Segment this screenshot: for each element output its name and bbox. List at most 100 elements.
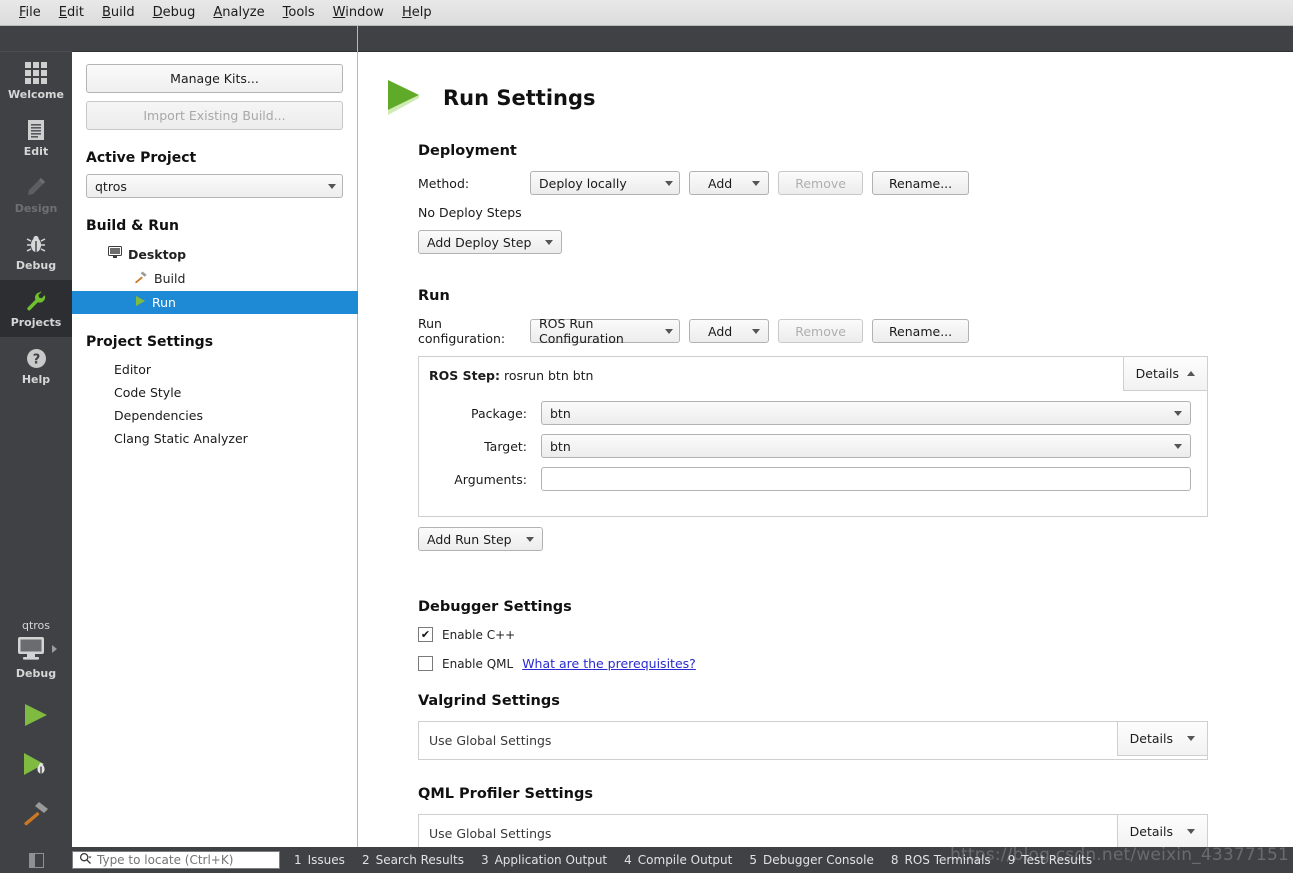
- settings-item-code-style[interactable]: Code Style: [86, 381, 343, 404]
- add-run-step-row: Add Run Step: [418, 527, 1293, 551]
- pane-issues[interactable]: 1 Issues: [294, 853, 345, 867]
- enable-qml-row[interactable]: Enable QML What are the prerequisites?: [418, 656, 1293, 671]
- arguments-input[interactable]: [541, 467, 1191, 491]
- valgrind-settings-heading: Valgrind Settings: [418, 693, 560, 709]
- run-button[interactable]: [20, 701, 52, 732]
- deployment-method-select[interactable]: Deploy locally: [530, 171, 680, 195]
- chevron-down-icon: [1174, 443, 1182, 449]
- enable-cpp-row[interactable]: ✔ Enable C++: [418, 627, 1293, 642]
- add-run-step-label: Add Run Step: [427, 531, 512, 547]
- tree-item-desktop-kit[interactable]: Desktop: [86, 242, 343, 266]
- pane-debugger-console[interactable]: 5 Debugger Console: [749, 853, 874, 867]
- pane-label: Compile Output: [637, 853, 733, 867]
- menu-file[interactable]: File: [10, 2, 50, 23]
- valgrind-global-box: Use Global Settings Details: [418, 721, 1208, 760]
- sidebar-item-help[interactable]: ? Help: [0, 337, 72, 394]
- project-settings-heading: Project Settings: [86, 334, 214, 350]
- sidebar-item-label: Welcome: [8, 88, 64, 101]
- pane-ros-terminals[interactable]: 8 ROS Terminals: [891, 853, 991, 867]
- pane-compile-output[interactable]: 4 Compile Output: [624, 853, 732, 867]
- add-deploy-step-button[interactable]: Add Deploy Step: [418, 230, 563, 254]
- sidebar-item-projects[interactable]: Projects: [0, 280, 72, 337]
- debug-button[interactable]: [20, 750, 52, 781]
- build-button[interactable]: [20, 799, 52, 830]
- question-icon: ?: [25, 345, 48, 371]
- target-value: btn: [550, 438, 571, 454]
- main-toolbar: [358, 26, 1293, 52]
- package-select[interactable]: btn: [541, 401, 1191, 425]
- play-icon: [134, 295, 146, 310]
- run-remove-button: Remove: [778, 319, 863, 343]
- deployment-add-button[interactable]: Add: [689, 171, 770, 195]
- no-deploy-steps-row: No Deploy Steps: [418, 205, 1293, 220]
- no-deploy-steps-label: No Deploy Steps: [418, 205, 522, 220]
- menu-build[interactable]: Build: [93, 2, 144, 23]
- enable-cpp-checkbox[interactable]: ✔: [418, 627, 433, 642]
- package-label: Package:: [470, 405, 527, 421]
- locator-input[interactable]: Type to locate (Ctrl+K): [72, 851, 280, 869]
- project-settings-list: Editor Code Style Dependencies Clang Sta…: [86, 358, 343, 450]
- chevron-down-icon: [525, 536, 534, 542]
- document-icon: [26, 117, 46, 143]
- pane-label: Search Results: [375, 853, 464, 867]
- target-selector[interactable]: qtros Debug: [0, 619, 72, 847]
- deployment-remove-button: Remove: [778, 171, 863, 195]
- run-add-button[interactable]: Add: [689, 319, 770, 343]
- sidebar-item-welcome[interactable]: Welcome: [0, 52, 72, 109]
- chevron-down-icon: [545, 239, 554, 245]
- deployment-rename-button[interactable]: Rename...: [871, 171, 970, 195]
- target-select[interactable]: btn: [541, 434, 1191, 458]
- chevron-down-icon: [752, 328, 761, 334]
- tree-item-build[interactable]: Build: [86, 266, 343, 291]
- modebar-spacer-top: [0, 26, 72, 52]
- project-sidebar-toolbar: [72, 26, 357, 52]
- wrench-icon: [24, 288, 48, 314]
- pane-application-output[interactable]: 3 Application Output: [481, 853, 607, 867]
- menu-bar: File Edit Build Debug Analyze Tools Wind…: [0, 0, 1293, 26]
- tree-item-label: Run: [152, 295, 176, 310]
- prerequisites-link[interactable]: What are the prerequisites?: [522, 656, 696, 671]
- menu-edit[interactable]: Edit: [50, 2, 93, 23]
- sidebar-item-debug[interactable]: Debug: [0, 223, 72, 280]
- add-run-step-button[interactable]: Add Run Step: [418, 527, 543, 551]
- valgrind-details-button[interactable]: Details: [1116, 722, 1207, 756]
- settings-item-dependencies[interactable]: Dependencies: [86, 404, 343, 427]
- ros-step-details-button[interactable]: Details: [1122, 357, 1207, 391]
- pane-label: ROS Terminals: [904, 853, 991, 867]
- run-settings-page: Run Settings Deployment Method: Deploy l…: [358, 52, 1293, 847]
- package-row: Package: btn: [435, 401, 1191, 425]
- enable-qml-checkbox[interactable]: [418, 656, 433, 671]
- sidebar-item-design[interactable]: Design: [0, 166, 72, 223]
- menu-debug[interactable]: Debug: [144, 2, 205, 23]
- add-deploy-step-label: Add Deploy Step: [427, 234, 532, 250]
- pane-test-results[interactable]: 9 Test Results: [1008, 853, 1092, 867]
- page-title: Run Settings: [443, 85, 596, 110]
- settings-item-editor[interactable]: Editor: [86, 358, 343, 381]
- run-configuration-select[interactable]: ROS Run Configuration: [530, 316, 680, 346]
- pane-number: 5: [749, 853, 757, 867]
- qml-profiler-details-label: Details: [1129, 824, 1173, 839]
- qml-profiler-global-label: Use Global Settings: [429, 826, 552, 841]
- pane-number: 3: [480, 853, 489, 867]
- ros-step-body: Package: btn Target: btn Arguments:: [419, 391, 1207, 516]
- active-project-select[interactable]: qtros: [86, 174, 343, 198]
- settings-item-clang-static-analyzer[interactable]: Clang Static Analyzer: [86, 427, 343, 450]
- build-run-heading: Build & Run: [86, 218, 179, 234]
- pane-search-results[interactable]: 2 Search Results: [362, 853, 464, 867]
- qml-profiler-details-button[interactable]: Details: [1116, 815, 1207, 847]
- manage-kits-button[interactable]: Manage Kits...: [86, 64, 343, 93]
- sidebar-item-edit[interactable]: Edit: [0, 109, 72, 166]
- run-configuration-label: Run configuration:: [418, 316, 506, 346]
- menu-help[interactable]: Help: [393, 2, 441, 23]
- sidebar-item-label: Debug: [15, 259, 57, 272]
- pane-number: 4: [624, 853, 632, 867]
- menu-window[interactable]: Window: [324, 2, 393, 23]
- status-bar: Type to locate (Ctrl+K) 1 Issues 2 Searc…: [0, 847, 1293, 873]
- menu-analyze[interactable]: Analyze: [204, 2, 273, 23]
- chevron-up-icon: [1187, 371, 1195, 376]
- run-rename-button[interactable]: Rename...: [871, 319, 970, 343]
- menu-tools[interactable]: Tools: [274, 2, 324, 23]
- bug-icon: [25, 231, 47, 257]
- sidebar-toggle-button[interactable]: [0, 852, 72, 868]
- run-configuration-value: ROS Run Configuration: [539, 316, 624, 346]
